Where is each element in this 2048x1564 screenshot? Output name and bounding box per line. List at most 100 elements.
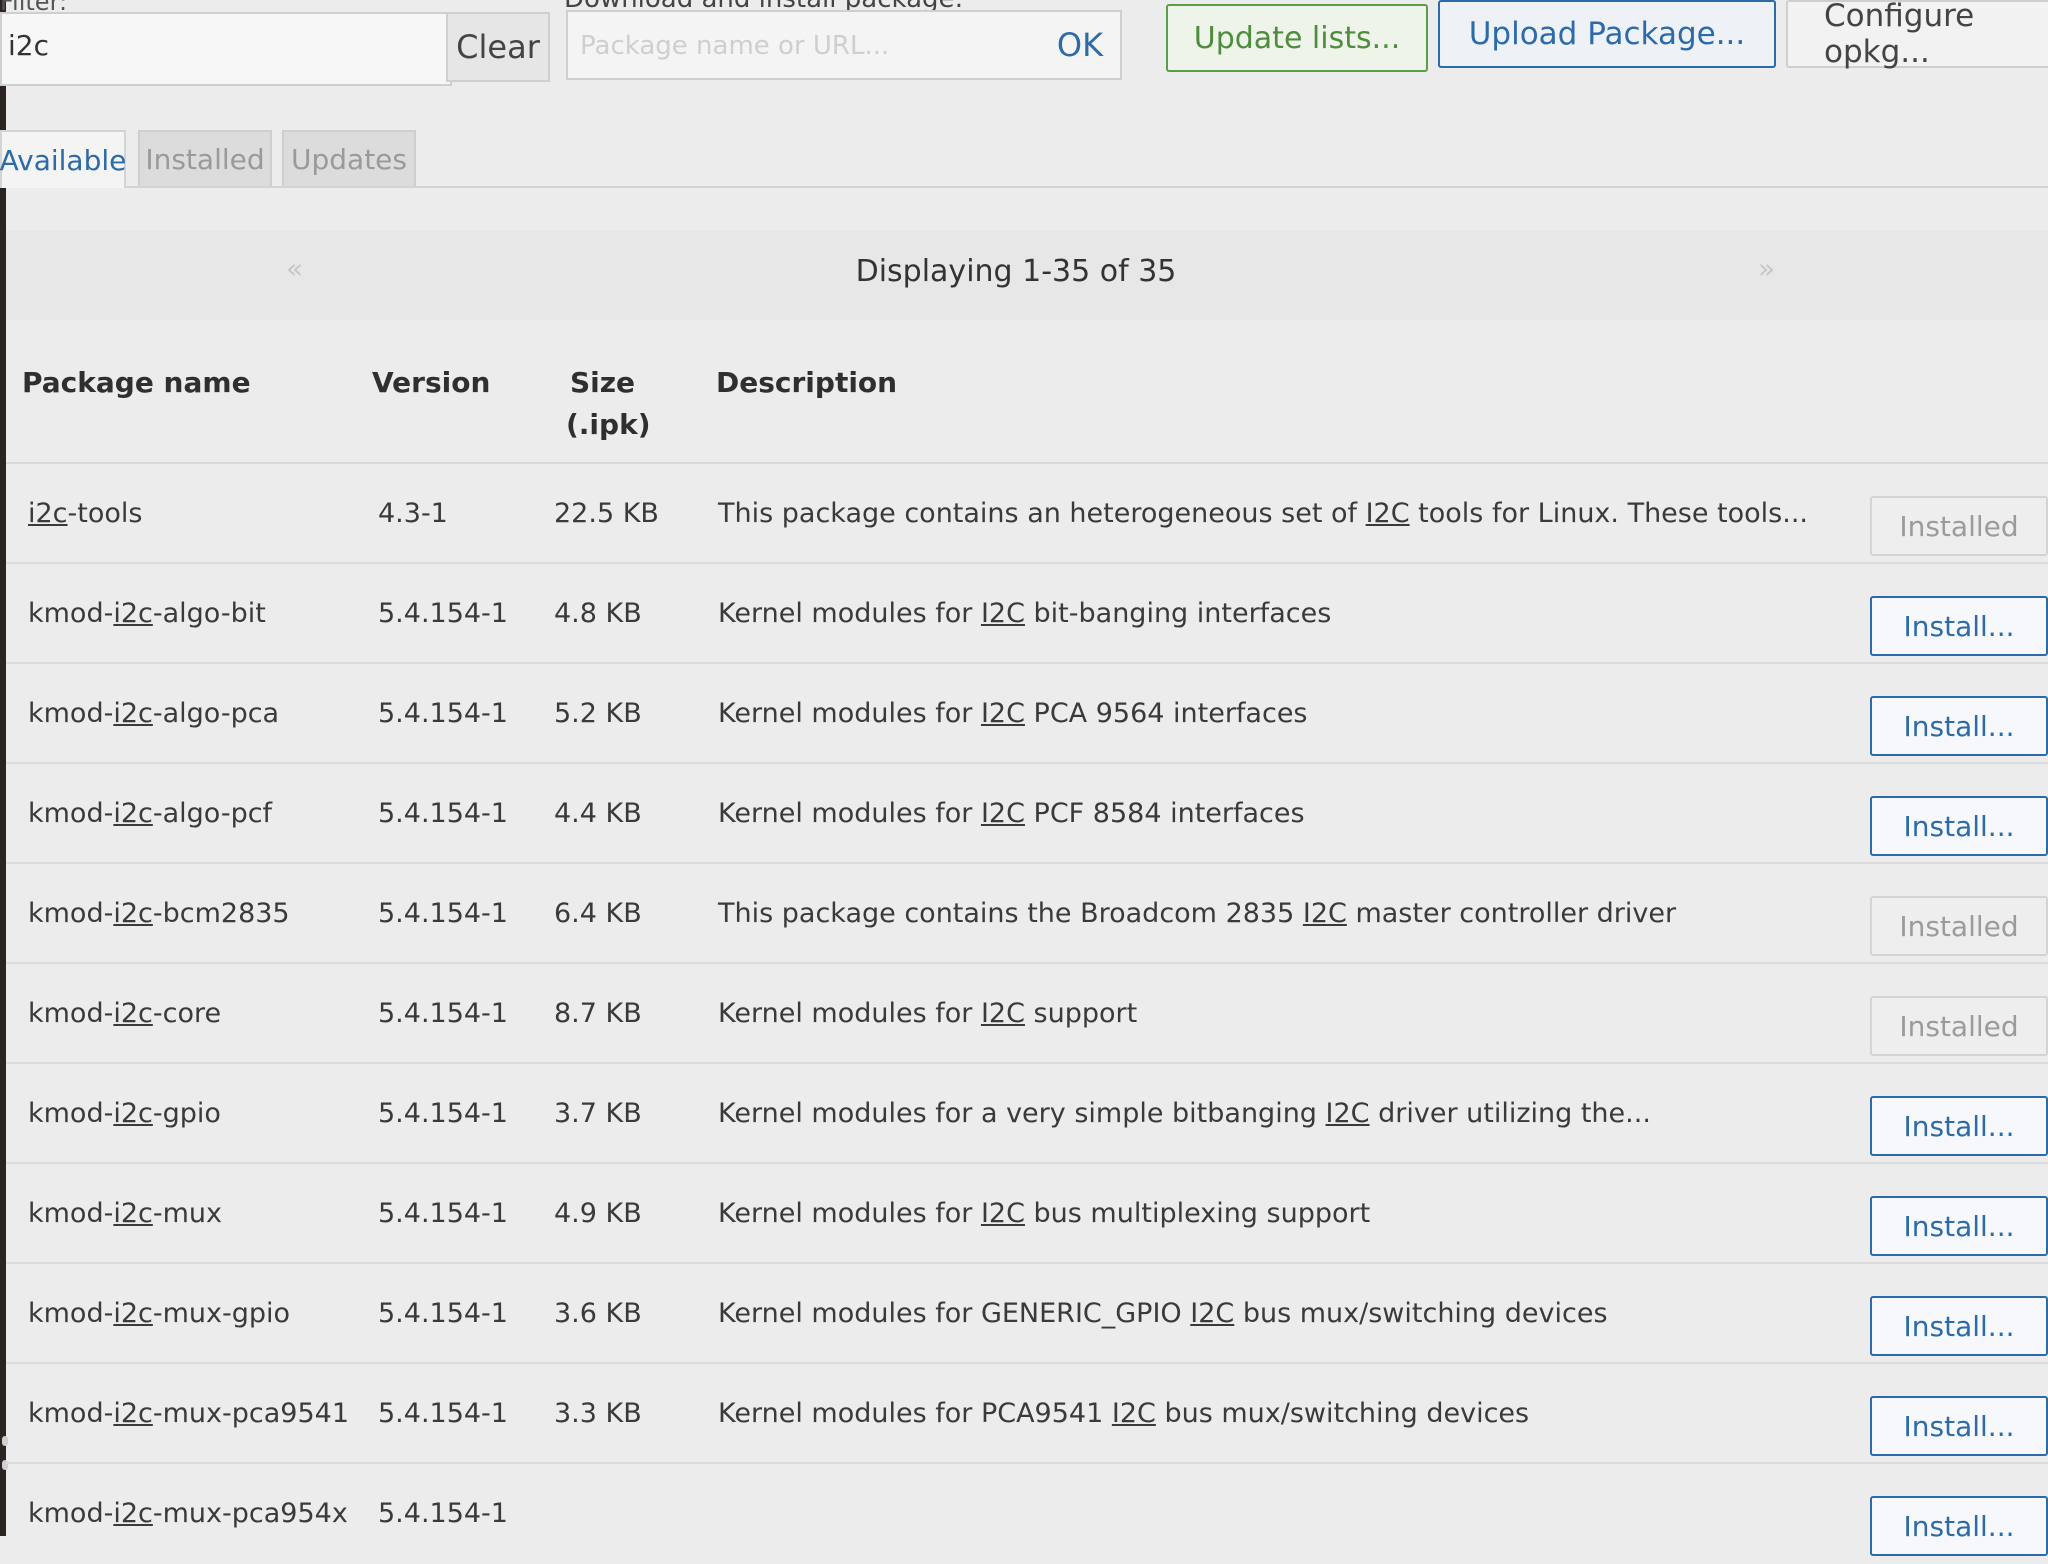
pager-status: Displaying 1-35 of 35 xyxy=(855,254,1177,289)
filter-match-link[interactable]: i2c xyxy=(113,1498,153,1529)
ok-button[interactable]: OK xyxy=(1040,14,1120,76)
clear-button[interactable]: Clear xyxy=(446,12,550,82)
package-description: Kernel modules for I2C bus multiplexing … xyxy=(718,1198,1370,1229)
filter-match-link[interactable]: i2c xyxy=(113,1398,153,1429)
description-i2c-abbr: I2C xyxy=(1111,1398,1156,1429)
tab-installed[interactable]: Installed xyxy=(138,130,272,188)
configure-opkg-button[interactable]: Configure opkg... xyxy=(1786,0,2048,70)
package-version: 5.4.154-1 xyxy=(378,798,508,829)
description-i2c-abbr: I2C xyxy=(980,698,1025,729)
column-header-description: Description xyxy=(716,366,898,399)
table-row: kmod-i2c-algo-bit 5.4.154-1 4.8 KB Kerne… xyxy=(6,564,2048,664)
description-i2c-abbr: I2C xyxy=(1365,498,1410,529)
description-i2c-abbr: I2C xyxy=(1302,898,1347,929)
package-version: 5.4.154-1 xyxy=(378,1098,508,1129)
table-row: kmod-i2c-core 5.4.154-1 8.7 KB Kernel mo… xyxy=(6,964,2048,1064)
filter-match-link[interactable]: i2c xyxy=(113,1098,153,1129)
package-description: Kernel modules for I2C support xyxy=(718,998,1137,1029)
filter-match-link[interactable]: i2c xyxy=(113,998,153,1029)
description-i2c-abbr: I2C xyxy=(980,598,1025,629)
description-text: PCF 8584 interfaces xyxy=(1024,798,1305,829)
install-button[interactable]: Install... xyxy=(1870,1496,2048,1556)
update-lists-button[interactable]: Update lists... xyxy=(1166,4,1428,72)
install-button[interactable]: Install... xyxy=(1870,596,2048,656)
description-i2c-abbr: I2C xyxy=(980,1198,1025,1229)
package-name-suffix: -core xyxy=(152,998,222,1029)
package-name-prefix: kmod- xyxy=(28,698,114,729)
column-header-size: Size (.ipk) xyxy=(566,362,651,446)
package-size: 22.5 KB xyxy=(554,498,659,529)
package-name-prefix: kmod- xyxy=(28,998,114,1029)
filter-field[interactable] xyxy=(0,12,452,86)
tab-divider xyxy=(126,186,2048,188)
description-text: tools for Linux. These tools... xyxy=(1409,498,1808,529)
install-button[interactable]: Install... xyxy=(1870,1396,2048,1456)
package-description: Kernel modules for GENERIC_GPIO I2C bus … xyxy=(718,1298,1608,1329)
install-button[interactable]: Install... xyxy=(1870,1096,2048,1156)
package-url-input[interactable] xyxy=(578,30,1042,62)
package-name-prefix: kmod- xyxy=(28,598,114,629)
package-version: 5.4.154-1 xyxy=(378,1398,508,1429)
package-size: 8.7 KB xyxy=(554,998,642,1029)
table-row: kmod-i2c-mux-pca954x 5.4.154-1 Install..… xyxy=(6,1464,2048,1564)
package-name-prefix: kmod- xyxy=(28,1498,114,1529)
filter-match-link[interactable]: i2c xyxy=(113,898,153,929)
package-version: 5.4.154-1 xyxy=(378,898,508,929)
package-name-suffix: -gpio xyxy=(152,1098,221,1129)
install-button[interactable]: Install... xyxy=(1870,696,2048,756)
filter-input[interactable] xyxy=(6,28,310,63)
description-text: master controller driver xyxy=(1346,898,1677,929)
table-row: kmod-i2c-gpio 5.4.154-1 3.7 KB Kernel mo… xyxy=(6,1064,2048,1164)
package-size: 4.4 KB xyxy=(554,798,642,829)
description-text: PCA 9564 interfaces xyxy=(1024,698,1308,729)
package-version: 5.4.154-1 xyxy=(378,998,508,1029)
description-text: This package contains an heterogeneous s… xyxy=(718,498,1366,529)
table-row: kmod-i2c-algo-pcf 5.4.154-1 4.4 KB Kerne… xyxy=(6,764,2048,864)
description-i2c-abbr: I2C xyxy=(980,998,1025,1029)
table-row: kmod-i2c-mux-pca9541 5.4.154-1 3.3 KB Ke… xyxy=(6,1364,2048,1464)
package-version: 5.4.154-1 xyxy=(378,598,508,629)
installed-button: Installed xyxy=(1870,996,2048,1056)
package-name-suffix: -algo-bit xyxy=(152,598,266,629)
tab-available[interactable]: Available xyxy=(0,130,126,188)
pager-next-button[interactable]: » xyxy=(1758,252,1775,285)
installed-button: Installed xyxy=(1870,496,2048,556)
package-size: 3.7 KB xyxy=(554,1098,642,1129)
package-size: 4.8 KB xyxy=(554,598,642,629)
filter-match-link[interactable]: i2c xyxy=(113,1298,153,1329)
install-button[interactable]: Install... xyxy=(1870,796,2048,856)
package-version: 5.4.154-1 xyxy=(378,1498,508,1529)
package-size: 5.2 KB xyxy=(554,698,642,729)
description-text: bit-banging interfaces xyxy=(1024,598,1332,629)
package-description: Kernel modules for I2C PCA 9564 interfac… xyxy=(718,698,1308,729)
description-text: Kernel modules for xyxy=(718,598,981,629)
upload-package-button[interactable]: Upload Package... xyxy=(1438,0,1776,68)
package-name-prefix: kmod- xyxy=(28,1398,114,1429)
package-name: i2c-tools xyxy=(28,498,142,529)
install-button[interactable]: Install... xyxy=(1870,1296,2048,1356)
package-size: 3.6 KB xyxy=(554,1298,642,1329)
filter-match-link[interactable]: i2c xyxy=(113,1198,153,1229)
table-row: kmod-i2c-bcm2835 5.4.154-1 6.4 KB This p… xyxy=(6,864,2048,964)
package-name-suffix: -algo-pcf xyxy=(152,798,273,829)
package-name-suffix: -bcm2835 xyxy=(152,898,290,929)
filter-match-link[interactable]: i2c xyxy=(113,698,153,729)
package-version: 5.4.154-1 xyxy=(378,698,508,729)
table-row: kmod-i2c-mux-gpio 5.4.154-1 3.6 KB Kerne… xyxy=(6,1264,2048,1364)
installed-button: Installed xyxy=(1870,896,2048,956)
package-description: Kernel modules for I2C bit-banging inter… xyxy=(718,598,1331,629)
package-url-field[interactable] xyxy=(566,10,1122,80)
package-version: 4.3-1 xyxy=(378,498,448,529)
filter-match-link[interactable]: i2c xyxy=(113,598,153,629)
package-name: kmod-i2c-algo-pcf xyxy=(28,798,272,829)
package-name: kmod-i2c-mux-pca9541 xyxy=(28,1398,349,1429)
package-name-prefix: kmod- xyxy=(28,1298,114,1329)
tab-updates[interactable]: Updates xyxy=(282,130,416,188)
package-name-prefix: kmod- xyxy=(28,798,114,829)
package-name-suffix: -mux-pca9541 xyxy=(152,1398,349,1429)
filter-match-link[interactable]: i2c xyxy=(113,798,153,829)
column-header-name: Package name xyxy=(22,366,251,399)
package-name-prefix: kmod- xyxy=(28,1098,114,1129)
install-button[interactable]: Install... xyxy=(1870,1196,2048,1256)
filter-match-link[interactable]: i2c xyxy=(28,498,68,529)
